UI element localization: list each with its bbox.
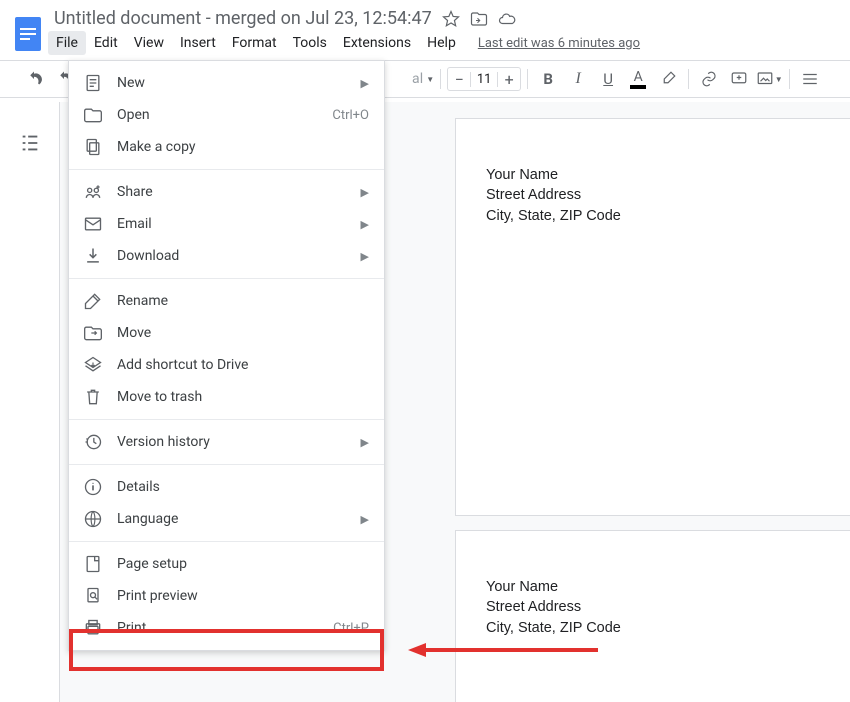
submenu-arrow-icon: ▶ [361,250,369,263]
menu-item-label: Move [117,325,369,341]
docs-logo[interactable] [8,8,48,60]
menu-item-label: Move to trash [117,389,369,405]
doc-line: City, State, ZIP Code [486,206,850,226]
menu-tools[interactable]: Tools [285,31,335,55]
menu-item-label: Print preview [117,588,369,604]
menu-item-label: Download [117,248,361,264]
menu-item-print[interactable]: PrintCtrl+P [69,612,384,644]
document-page-1[interactable]: Your Name Street Address City, State, ZI… [455,118,850,516]
submenu-arrow-icon: ▶ [361,513,369,526]
menu-item-new[interactable]: New▶ [69,67,384,99]
doc-line: Street Address [486,597,850,617]
italic-button[interactable]: I [564,66,592,92]
font-size-decrease[interactable]: − [448,70,470,89]
submenu-arrow-icon: ▶ [361,436,369,449]
font-size-increase[interactable]: + [498,70,520,89]
doc-line: Your Name [486,577,850,597]
last-edit-link[interactable]: Last edit was 6 minutes ago [478,36,640,51]
cloud-status-icon[interactable] [498,10,516,28]
menu-item-open[interactable]: OpenCtrl+O [69,99,384,131]
menu-item-details[interactable]: Details [69,471,384,503]
menu-edit[interactable]: Edit [86,31,126,55]
menu-item-label: Print [117,620,333,636]
menu-item-label: Open [117,107,332,123]
doc-line: Your Name [486,165,850,185]
menu-item-move[interactable]: Move [69,317,384,349]
menu-item-label: Page setup [117,556,369,572]
menu-item-rename[interactable]: Rename [69,285,384,317]
file-menu-dropdown: New▶OpenCtrl+OMake a copyShare▶Email▶Dow… [68,60,385,651]
menu-item-shortcut: Ctrl+O [332,108,369,123]
menu-item-label: Details [117,479,369,495]
insert-comment-button[interactable] [725,66,753,92]
menu-item-version-history[interactable]: Version history▶ [69,426,384,458]
menu-extensions[interactable]: Extensions [335,31,419,55]
menu-item-email[interactable]: Email▶ [69,208,384,240]
menu-item-label: Share [117,184,361,200]
align-button[interactable] [796,66,824,92]
outline-icon[interactable] [19,132,41,154]
chevron-down-icon: ▼ [426,75,434,84]
menu-item-language[interactable]: Language▶ [69,503,384,535]
menu-help[interactable]: Help [419,31,464,55]
undo-button[interactable] [20,66,48,92]
menu-file[interactable]: File [48,31,86,55]
menu-item-label: Language [117,511,361,527]
doc-line: City, State, ZIP Code [486,618,850,638]
menu-view[interactable]: View [126,31,172,55]
doc-line: Street Address [486,185,850,205]
menu-item-label: New [117,75,361,91]
submenu-arrow-icon: ▶ [361,218,369,231]
menu-item-label: Add shortcut to Drive [117,357,369,373]
style-selector-fragment[interactable]: al [412,71,423,87]
menu-bar: FileEditViewInsertFormatToolsExtensionsH… [48,31,850,59]
menu-item-label: Email [117,216,361,232]
document-title[interactable]: Untitled document - merged on Jul 23, 12… [54,8,432,29]
menu-item-label: Rename [117,293,369,309]
outline-rail [0,102,60,702]
bold-button[interactable]: B [534,66,562,92]
menu-item-label: Version history [117,434,361,450]
document-page-2[interactable]: Your Name Street Address City, State, ZI… [455,530,850,702]
menu-item-page-setup[interactable]: Page setup [69,548,384,580]
font-size-value[interactable]: 11 [470,72,498,87]
menu-item-make-a-copy[interactable]: Make a copy [69,131,384,163]
submenu-arrow-icon: ▶ [361,77,369,90]
insert-link-button[interactable] [695,66,723,92]
insert-image-button[interactable]: ▼ [755,66,783,92]
menu-item-label: Make a copy [117,139,369,155]
menu-item-shortcut: Ctrl+P [333,621,369,636]
menu-item-move-to-trash[interactable]: Move to trash [69,381,384,413]
star-icon[interactable] [442,10,460,28]
menu-item-add-shortcut-to-drive[interactable]: Add shortcut to Drive [69,349,384,381]
menu-item-print-preview[interactable]: Print preview [69,580,384,612]
text-color-button[interactable]: A [624,66,652,92]
menu-item-share[interactable]: Share▶ [69,176,384,208]
menu-format[interactable]: Format [224,31,285,55]
move-to-folder-icon[interactable] [470,10,488,28]
menu-insert[interactable]: Insert [172,31,224,55]
underline-button[interactable]: U [594,66,622,92]
highlight-button[interactable] [654,66,682,92]
submenu-arrow-icon: ▶ [361,186,369,199]
menu-item-download[interactable]: Download▶ [69,240,384,272]
